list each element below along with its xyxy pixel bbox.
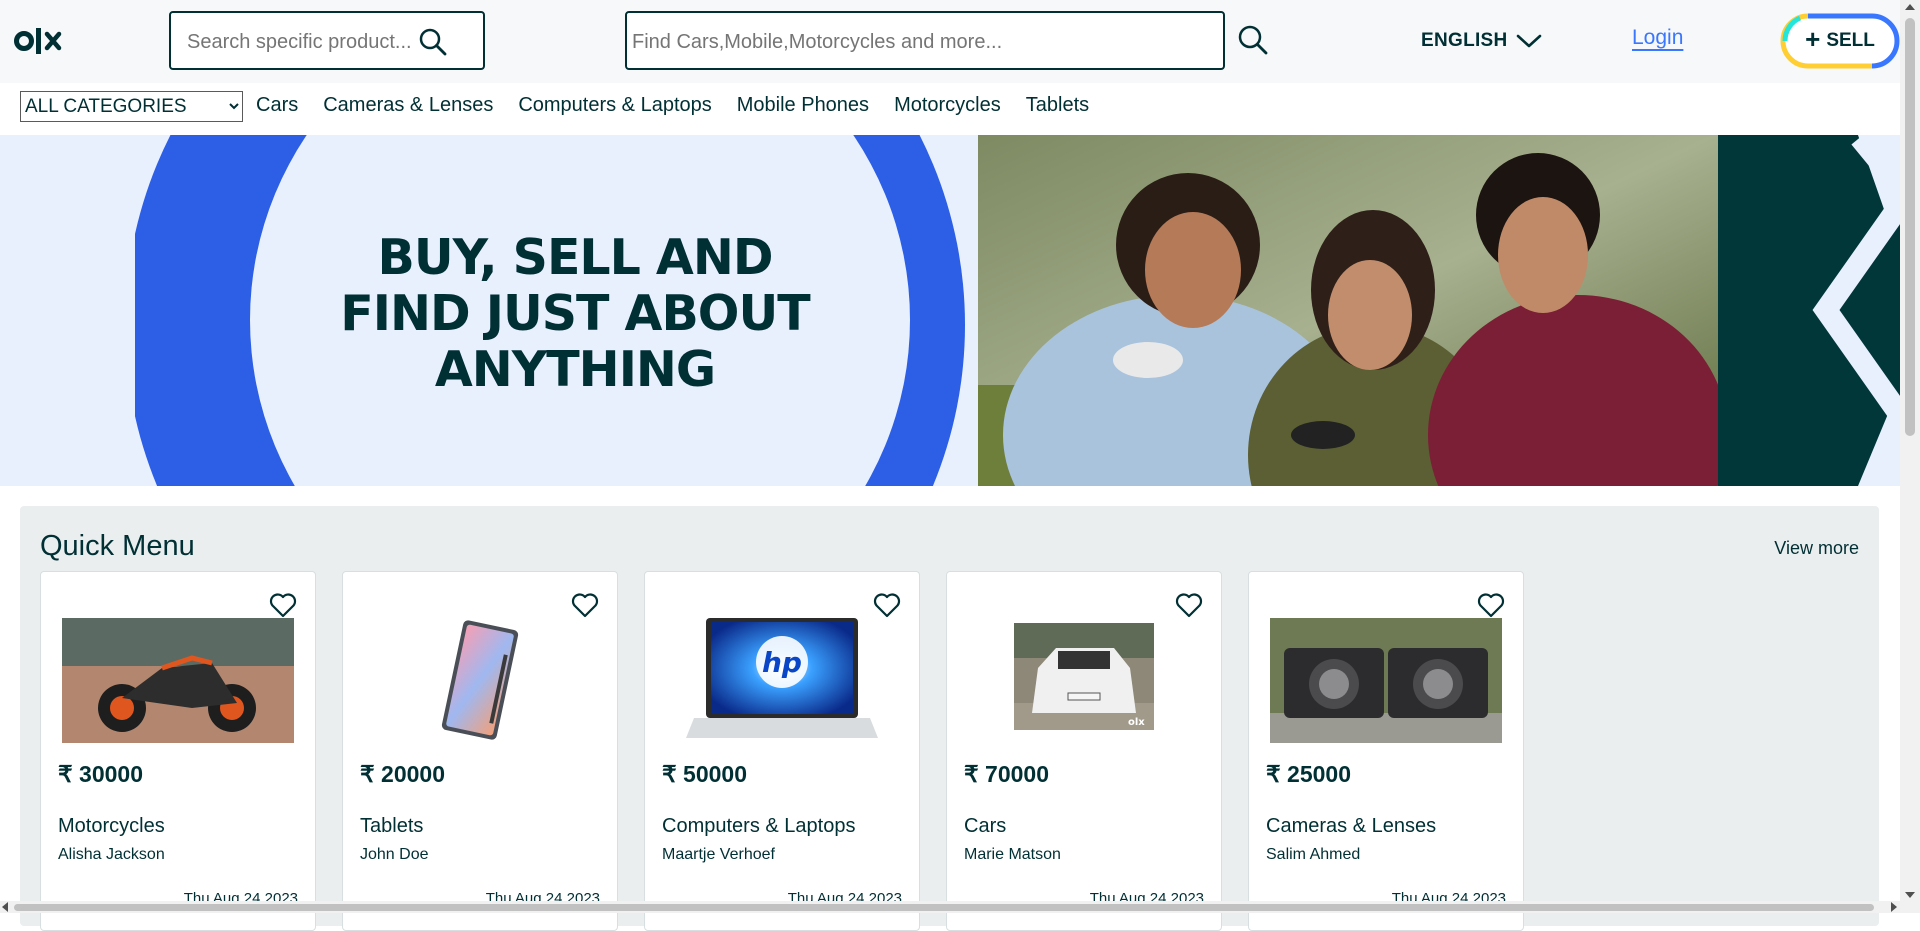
laptop-photo-icon: hp [666, 618, 898, 743]
product-category: Computers & Laptops [662, 815, 856, 837]
plus-icon: + [1805, 23, 1821, 54]
banner-graphic: BUY, SELL AND FIND JUST ABOUT ANYTHING [0, 135, 978, 486]
product-seller: Alisha Jackson [58, 846, 165, 863]
category-links: Cars Cameras & Lenses Computers & Laptop… [256, 94, 1089, 117]
horizontal-scroll-thumb[interactable] [14, 904, 1874, 911]
category-link-mobile-phones[interactable]: Mobile Phones [737, 94, 869, 117]
banner-line: FIND JUST ABOUT [340, 285, 810, 342]
horizontal-scrollbar[interactable] [0, 901, 1900, 913]
banner-accent [1718, 135, 1900, 486]
svg-text:hp: hp [762, 646, 802, 679]
friends-photo [978, 135, 1718, 486]
hero-banner[interactable]: BUY, SELL AND FIND JUST ABOUT ANYTHING [0, 135, 1900, 486]
product-search-box [169, 11, 485, 70]
product-category: Motorcycles [58, 815, 165, 837]
heart-icon[interactable] [269, 592, 297, 618]
top-header: ENGLISH Login + SELL [0, 0, 1900, 83]
quick-menu: Quick Menu View more ₹ 30000 Motorcycles… [20, 506, 1879, 931]
scroll-left-icon[interactable] [2, 902, 8, 912]
category-link-motorcycles[interactable]: Motorcycles [894, 94, 1001, 117]
svg-text:olx: olx [1128, 717, 1145, 728]
product-seller: Maartje Verhoef [662, 846, 775, 863]
category-nav: ALL CATEGORIES Cars Cameras & Lenses Com… [0, 83, 1900, 135]
search-icon[interactable] [1237, 24, 1269, 56]
product-search-input[interactable] [185, 27, 419, 57]
login-link[interactable]: Login [1632, 26, 1683, 50]
heart-icon[interactable] [873, 592, 901, 618]
product-price: ₹ 70000 [964, 761, 1049, 787]
banner-line: ANYTHING [434, 341, 716, 398]
scroll-down-icon[interactable] [1905, 892, 1915, 898]
product-price: ₹ 50000 [662, 761, 747, 787]
product-card[interactable]: ₹ 20000 Tablets John Doe Thu Aug 24 2023 [342, 571, 618, 931]
product-card[interactable]: hp ₹ 50000 Computers & Laptops Maartje V… [644, 571, 920, 931]
category-select[interactable]: ALL CATEGORIES [20, 91, 243, 122]
camera-photo-icon [1270, 618, 1502, 743]
product-card[interactable]: ₹ 25000 Cameras & Lenses Salim Ahmed Thu… [1248, 571, 1524, 931]
product-seller: Marie Matson [964, 846, 1061, 863]
chevron-down-icon [1516, 34, 1541, 48]
vertical-scroll-thumb[interactable] [1905, 18, 1915, 436]
main-search-box [625, 11, 1225, 70]
car-photo-icon: olx [968, 618, 1200, 743]
product-price: ₹ 20000 [360, 761, 445, 787]
product-card[interactable]: ₹ 30000 Motorcycles Alisha Jackson Thu A… [40, 571, 316, 931]
product-card[interactable]: olx ₹ 70000 Cars Marie Matson Thu Aug 24… [946, 571, 1222, 931]
product-category: Cars [964, 815, 1007, 837]
scroll-up-icon[interactable] [1905, 4, 1915, 10]
category-link-computers[interactable]: Computers & Laptops [518, 94, 711, 117]
vertical-scrollbar[interactable] [1900, 0, 1920, 913]
heart-icon[interactable] [1175, 592, 1203, 618]
sell-button[interactable]: + SELL [1780, 13, 1900, 69]
main-search-input[interactable] [630, 27, 1214, 57]
product-category: Cameras & Lenses [1266, 815, 1437, 837]
category-link-tablets[interactable]: Tablets [1026, 94, 1089, 117]
heart-icon[interactable] [571, 592, 599, 618]
product-seller: Salim Ahmed [1266, 846, 1361, 863]
product-price: ₹ 30000 [58, 761, 143, 787]
banner-headline: BUY, SELL AND FIND JUST ABOUT ANYTHING [320, 230, 830, 398]
product-seller: John Doe [360, 846, 429, 863]
sell-label: SELL [1826, 30, 1875, 51]
search-icon[interactable] [418, 27, 448, 57]
motorcycle-photo-icon [62, 618, 294, 743]
language-selector[interactable]: ENGLISH [1421, 27, 1542, 55]
product-price: ₹ 25000 [1266, 761, 1351, 787]
product-category: Tablets [360, 815, 424, 837]
olx-logo-icon[interactable] [14, 24, 72, 58]
category-link-cars[interactable]: Cars [256, 94, 298, 117]
tablet-photo-icon [364, 618, 596, 743]
quick-menu-title: Quick Menu [40, 530, 195, 562]
language-label: ENGLISH [1421, 30, 1508, 51]
view-more-link[interactable]: View more [1774, 538, 1859, 559]
scroll-right-icon[interactable] [1891, 902, 1897, 912]
category-link-cameras[interactable]: Cameras & Lenses [323, 94, 493, 117]
banner-line: BUY, SELL AND [377, 229, 773, 286]
heart-icon[interactable] [1477, 592, 1505, 618]
